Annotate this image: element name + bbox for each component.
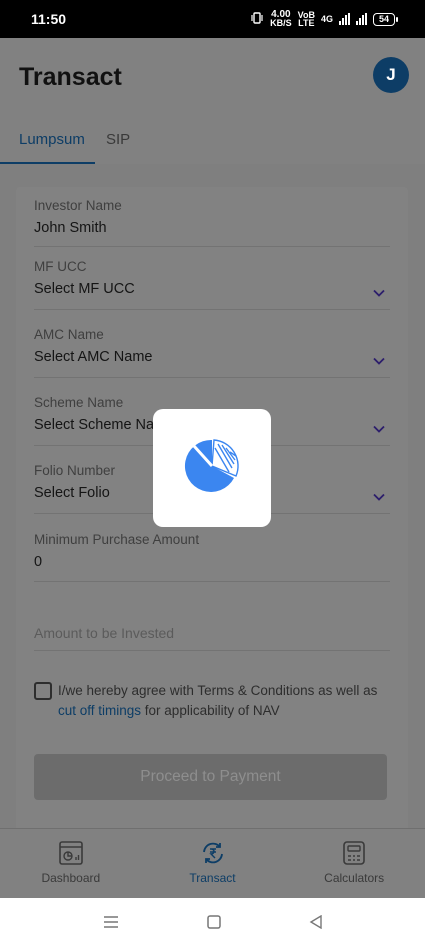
amc-name-label: AMC Name bbox=[34, 327, 104, 342]
nav-dashboard[interactable]: Dashboard bbox=[0, 829, 142, 898]
vibrate-icon bbox=[250, 12, 264, 26]
dashboard-icon bbox=[58, 840, 84, 866]
chevron-down-icon[interactable] bbox=[373, 423, 385, 435]
signal-icon-2 bbox=[355, 13, 367, 25]
tab-sip[interactable]: SIP bbox=[95, 118, 140, 164]
tab-lumpsum[interactable]: Lumpsum bbox=[0, 118, 95, 164]
bottom-nav: Dashboard Transact Calculators bbox=[0, 828, 425, 898]
nav-transact-label: Transact bbox=[189, 871, 236, 885]
nav-dashboard-label: Dashboard bbox=[41, 871, 101, 885]
amount-input[interactable]: Amount to be Invested bbox=[34, 625, 390, 651]
volte-indicator: VoB LTE bbox=[297, 10, 315, 28]
cut-off-timings-link[interactable]: cut off timings bbox=[58, 703, 141, 718]
menu-icon[interactable] bbox=[103, 915, 119, 934]
avatar[interactable]: J bbox=[373, 57, 409, 93]
chevron-down-icon[interactable] bbox=[373, 355, 385, 367]
mf-ucc-select[interactable]: MF UCC Select MF UCC bbox=[34, 259, 390, 310]
chevron-down-icon[interactable] bbox=[373, 491, 385, 503]
page-title: Transact bbox=[19, 63, 122, 91]
investor-name-field[interactable]: Investor Name John Smith bbox=[34, 198, 390, 247]
amc-name-value: Select AMC Name bbox=[34, 349, 153, 365]
min-purchase-label: Minimum Purchase Amount bbox=[34, 532, 200, 547]
network-speed: 4.00 KB/S bbox=[270, 9, 292, 28]
header: Transact J Lumpsum SIP bbox=[0, 38, 425, 164]
loading-overlay bbox=[153, 409, 271, 527]
nav-calculators[interactable]: Calculators bbox=[283, 829, 425, 898]
scheme-name-label: Scheme Name bbox=[34, 395, 124, 410]
home-icon[interactable] bbox=[206, 914, 221, 934]
investor-name-value: John Smith bbox=[34, 220, 107, 236]
min-purchase-value: 0 bbox=[34, 554, 43, 570]
rupee-exchange-icon bbox=[200, 840, 226, 866]
min-purchase-field: Minimum Purchase Amount 0 bbox=[34, 532, 390, 582]
terms-agreement: I/we hereby agree with Terms & Condition… bbox=[34, 681, 384, 721]
nav-calculators-label: Calculators bbox=[324, 871, 385, 885]
net-type: 4G bbox=[320, 14, 333, 24]
terms-text: I/we hereby agree with Terms & Condition… bbox=[58, 683, 378, 718]
amount-placeholder: Amount to be Invested bbox=[34, 625, 175, 641]
proceed-to-payment-button[interactable]: Proceed to Payment bbox=[34, 754, 387, 800]
tab-bar: Lumpsum SIP bbox=[0, 118, 140, 164]
investor-name-label: Investor Name bbox=[34, 198, 122, 213]
status-icons: 4.00 KB/S VoB LTE 4G 54 bbox=[250, 9, 399, 28]
amc-name-select[interactable]: AMC Name Select AMC Name bbox=[34, 327, 390, 378]
status-time: 11:50 bbox=[31, 11, 67, 27]
signal-icon bbox=[338, 13, 350, 25]
nav-transact[interactable]: Transact bbox=[142, 829, 284, 898]
system-nav-bar bbox=[0, 898, 425, 950]
battery-icon: 54 bbox=[372, 12, 399, 26]
chevron-down-icon[interactable] bbox=[373, 287, 385, 299]
status-bar: 11:50 4.00 KB/S VoB LTE 4G 54 bbox=[0, 0, 425, 38]
calculator-icon bbox=[341, 840, 367, 866]
terms-checkbox[interactable] bbox=[34, 682, 52, 700]
mf-ucc-value: Select MF UCC bbox=[34, 281, 135, 297]
back-icon[interactable] bbox=[309, 914, 323, 934]
mf-ucc-label: MF UCC bbox=[34, 259, 87, 274]
app-logo-icon bbox=[184, 438, 240, 499]
